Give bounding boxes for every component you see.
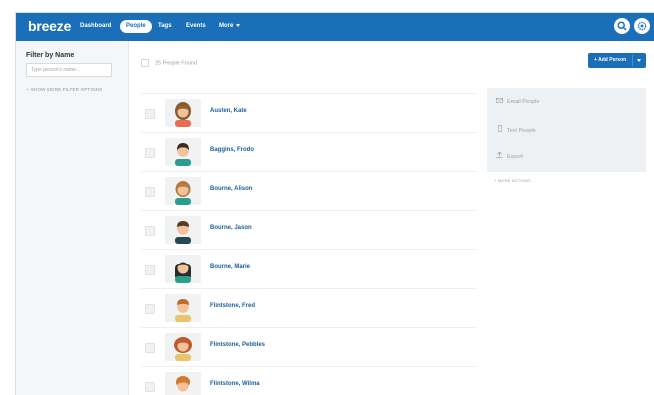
text-people-action[interactable]: Text People	[495, 125, 536, 134]
person-name[interactable]: Bourne, Jason	[210, 225, 252, 231]
filter-title: Filter by Name	[26, 52, 75, 59]
avatar[interactable]	[165, 216, 201, 244]
avatar[interactable]	[165, 333, 201, 361]
male-avatar-icon	[175, 143, 191, 166]
person-name[interactable]: Baggins, Frodo	[210, 147, 254, 153]
person-name[interactable]: Flintstone, Fred	[210, 303, 255, 309]
person-name[interactable]: Flintstone, Wilma	[210, 381, 260, 387]
person-name[interactable]: Austen, Kate	[210, 108, 247, 114]
row-checkbox[interactable]	[145, 226, 155, 236]
breeze-logo[interactable]: breeze	[28, 18, 71, 34]
chevron-down-icon[interactable]	[637, 59, 641, 62]
table-row[interactable]: Flintstone, Wilma	[141, 366, 476, 395]
avatar[interactable]	[165, 138, 201, 166]
person-name[interactable]: Bourne, Alison	[210, 186, 252, 192]
results-header: 25 People Found	[141, 59, 197, 67]
button-divider	[632, 55, 633, 66]
more-filters-label: SHOW MORE FILTER OPTIONS	[30, 87, 103, 92]
add-person-button[interactable]: + Add Person	[588, 53, 646, 68]
avatar[interactable]	[165, 99, 201, 127]
avatar[interactable]	[165, 294, 201, 322]
female-avatar-icon	[175, 262, 191, 283]
app-window: breeze Dashboard People Tags Events More…	[15, 12, 654, 395]
person-name[interactable]: Bourne, Marie	[210, 264, 250, 270]
person-name[interactable]: Flintstone, Pebbles	[210, 342, 265, 348]
gear-icon	[637, 21, 647, 31]
search-button[interactable]	[614, 18, 630, 34]
female-avatar-icon	[175, 181, 191, 205]
email-people-label: Email People	[507, 99, 540, 105]
email-people-action[interactable]: Email People	[495, 98, 539, 105]
people-count: 25 People Found	[155, 60, 197, 67]
row-checkbox[interactable]	[145, 343, 155, 353]
row-checkbox[interactable]	[145, 304, 155, 314]
people-list: Austen, Kate Baggins, Frodo Bourne, Alis…	[141, 93, 476, 395]
table-row[interactable]: Flintstone, Fred	[141, 288, 476, 327]
show-more-filters-link[interactable]: + SHOW MORE FILTER OPTIONS	[26, 87, 102, 92]
settings-button[interactable]	[634, 18, 650, 34]
plus-icon: +	[26, 87, 29, 92]
table-row[interactable]: Austen, Kate	[141, 93, 476, 132]
search-icon	[617, 21, 627, 31]
female-avatar-icon	[175, 376, 191, 395]
avatar[interactable]	[165, 177, 201, 205]
nav-events[interactable]: Events	[186, 20, 206, 33]
text-people-label: Text People	[507, 128, 536, 134]
phone-icon	[495, 125, 504, 134]
male-avatar-icon	[175, 221, 191, 244]
male-avatar-icon	[175, 299, 191, 322]
export-icon	[495, 151, 504, 160]
bulk-actions-panel: Email People Text People Export	[487, 88, 646, 172]
more-actions-link[interactable]: + MORE ACTIONS	[494, 178, 531, 183]
female-avatar-icon	[175, 102, 191, 127]
chevron-down-icon	[236, 23, 241, 27]
nav-more[interactable]: More	[219, 20, 241, 33]
add-person-label: + Add Person	[594, 57, 627, 63]
more-actions-label: MORE ACTIONS	[497, 178, 531, 183]
nav-dashboard[interactable]: Dashboard	[80, 20, 111, 33]
row-checkbox[interactable]	[145, 382, 155, 392]
top-nav-bar: breeze Dashboard People Tags Events More	[16, 13, 654, 41]
avatar[interactable]	[165, 255, 201, 283]
filter-sidebar: Filter by Name +SHOW MORE FILTER OPTIONS	[16, 41, 129, 395]
table-row[interactable]: Bourne, Jason	[141, 210, 476, 249]
row-checkbox[interactable]	[145, 109, 155, 119]
female-avatar-icon	[174, 337, 192, 361]
nav-people[interactable]: People	[120, 20, 152, 33]
export-action[interactable]: Export	[495, 151, 523, 160]
name-filter-input[interactable]	[26, 63, 112, 77]
nav-tags[interactable]: Tags	[158, 20, 172, 33]
row-checkbox[interactable]	[145, 265, 155, 275]
row-checkbox[interactable]	[145, 148, 155, 158]
table-row[interactable]: Bourne, Marie	[141, 249, 476, 288]
row-checkbox[interactable]	[145, 187, 155, 197]
avatar[interactable]	[165, 372, 201, 395]
export-label: Export	[507, 154, 523, 160]
select-all-checkbox[interactable]	[141, 59, 149, 67]
table-row[interactable]: Flintstone, Pebbles	[141, 327, 476, 366]
table-row[interactable]: Bourne, Alison	[141, 171, 476, 210]
nav-more-label: More	[219, 23, 234, 29]
table-row[interactable]: Baggins, Frodo	[141, 132, 476, 171]
envelope-icon	[495, 98, 504, 105]
